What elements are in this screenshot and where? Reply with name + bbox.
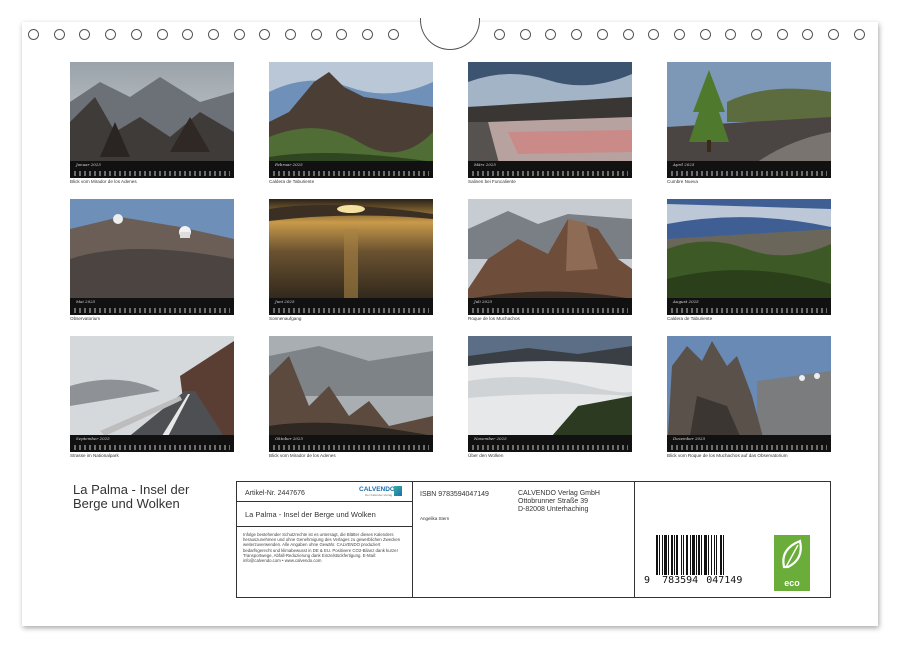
binding-ring xyxy=(494,29,505,40)
binding-ring xyxy=(336,29,348,40)
calendar-strip: Januar 2025 xyxy=(70,161,234,178)
calendar-strip: Mai 2025 xyxy=(70,298,234,315)
caption-september: Strasse im Nationalpark xyxy=(70,453,119,458)
month-label: Juli 2025 xyxy=(474,299,493,304)
binding-ring xyxy=(28,29,39,40)
photo-september: September 2025 xyxy=(70,336,234,452)
article-number: Artikel-Nr. 2447676 xyxy=(245,490,305,497)
binding-ring xyxy=(596,29,608,40)
caption-february: Caldera de Taburiente xyxy=(269,179,315,184)
calendar-strip: Oktober 2025 xyxy=(269,435,433,452)
month-label: April 2025 xyxy=(673,162,695,167)
binding-ring xyxy=(53,29,65,40)
hanger-hook xyxy=(420,18,480,50)
binding-ring xyxy=(622,29,634,40)
binding-ring xyxy=(259,29,271,40)
binding-ring xyxy=(751,29,762,40)
month-label: September 2025 xyxy=(76,436,110,441)
binding-ring xyxy=(648,29,660,40)
product-title: La Palma - Insel der Berge und Wolken xyxy=(245,510,376,519)
month-label: Dezember 2025 xyxy=(673,436,706,441)
binding-ring xyxy=(182,29,194,40)
caption-march: Salinen bei Funcaliente xyxy=(468,179,516,184)
photo-december: Dezember 2025 xyxy=(667,336,831,452)
binding-ring xyxy=(571,29,583,40)
month-label: Januar 2025 xyxy=(76,162,101,167)
caption-january: Blick vom Mirador de los Adenes xyxy=(70,179,137,184)
publisher-line-2: Ottobrunner Straße 39 xyxy=(518,498,589,505)
binding-ring xyxy=(776,29,788,40)
publisher-line-1: CALVENDO Verlag GmbH xyxy=(518,490,600,497)
calendar-title: La Palma - Insel der Berge und Wolken xyxy=(73,482,190,511)
caption-october: Blick vom Mirador de los Adenes xyxy=(269,453,336,458)
isbn: ISBN 9783594047149 xyxy=(420,491,489,498)
eco-label: eco xyxy=(784,578,800,588)
calendar-strip: August 2025 xyxy=(667,298,831,315)
binding-ring xyxy=(310,29,322,40)
binding-ring xyxy=(673,29,685,40)
photo-may: Mai 2025 xyxy=(70,199,234,315)
barcode-group-1: 783594 xyxy=(662,575,699,586)
calendar-strip: Juni 2025 xyxy=(269,298,433,315)
binding-ring xyxy=(156,29,168,40)
month-label: Mai 2025 xyxy=(76,299,96,304)
month-label: August 2025 xyxy=(673,299,699,304)
caption-july: Roque de los Muchachos xyxy=(468,316,520,321)
binding-ring xyxy=(828,29,840,40)
binding-ring xyxy=(725,29,737,40)
binding-ring xyxy=(207,29,219,40)
photo-april: April 2025 xyxy=(667,62,831,178)
binding-ring xyxy=(130,29,142,40)
month-label: Februar 2025 xyxy=(275,162,303,167)
brand-logo: CALVENDO xyxy=(359,486,395,493)
photo-june: Juni 2025 xyxy=(269,199,433,315)
caption-november: Über den Wolken xyxy=(468,453,504,458)
binding-ring xyxy=(285,29,296,40)
photo-august: August 2025 xyxy=(667,199,831,315)
calendar-strip: November 2025 xyxy=(468,435,632,452)
month-label: November 2025 xyxy=(474,436,507,441)
ean-barcode: 9 783594 047149 xyxy=(644,535,750,586)
month-label: Oktober 2025 xyxy=(275,436,304,441)
month-label: Juni 2025 xyxy=(275,299,295,304)
photo-february: Februar 2025 xyxy=(269,62,433,178)
binding-ring xyxy=(233,29,245,40)
binding-rings xyxy=(0,0,899,50)
author: Angelika Stern xyxy=(420,516,450,521)
legal-notice: Infolge bestehender Schutzrechte ist es … xyxy=(243,532,401,564)
photo-october: Oktober 2025 xyxy=(269,336,433,452)
binding-ring xyxy=(387,29,399,40)
brand-subline: Der Kalender-Verlag xyxy=(365,493,393,497)
photo-march: März 2025 xyxy=(468,62,632,178)
caption-june: Sonnenaufgang xyxy=(269,316,302,321)
photo-january: Januar 2025 xyxy=(70,62,234,178)
binding-ring xyxy=(802,29,814,40)
binding-ring xyxy=(362,29,374,40)
binding-ring xyxy=(79,29,91,40)
caption-december: Blick vom Roque de los Muchachos auf das… xyxy=(667,453,788,458)
binding-ring xyxy=(545,29,557,40)
caption-may: Observatorium xyxy=(70,316,101,321)
calendar-strip: April 2025 xyxy=(667,161,831,178)
eco-badge: eco xyxy=(774,535,810,591)
barcode-first-digit: 9 xyxy=(644,575,651,586)
barcode-group-2: 047149 xyxy=(706,575,743,586)
binding-ring xyxy=(853,29,865,40)
brand-mark-icon xyxy=(394,486,402,496)
binding-ring xyxy=(105,29,117,40)
calendar-strip: Juli 2025 xyxy=(468,298,632,315)
leaf-icon xyxy=(782,539,802,569)
month-label: März 2025 xyxy=(474,162,496,167)
calendar-strip: September 2025 xyxy=(70,435,234,452)
photo-november: November 2025 xyxy=(468,336,632,452)
caption-august: Caldera de Taburiente xyxy=(667,316,713,321)
calendar-strip: Februar 2025 xyxy=(269,161,433,178)
calendar-strip: Dezember 2025 xyxy=(667,435,831,452)
binding-ring xyxy=(699,29,711,40)
caption-april: Cumbre Nueva xyxy=(667,179,698,184)
binding-ring xyxy=(519,29,531,40)
photo-july: Juli 2025 xyxy=(468,199,632,315)
publisher-line-3: D-82008 Unterhaching xyxy=(518,506,589,513)
calendar-strip: März 2025 xyxy=(468,161,632,178)
